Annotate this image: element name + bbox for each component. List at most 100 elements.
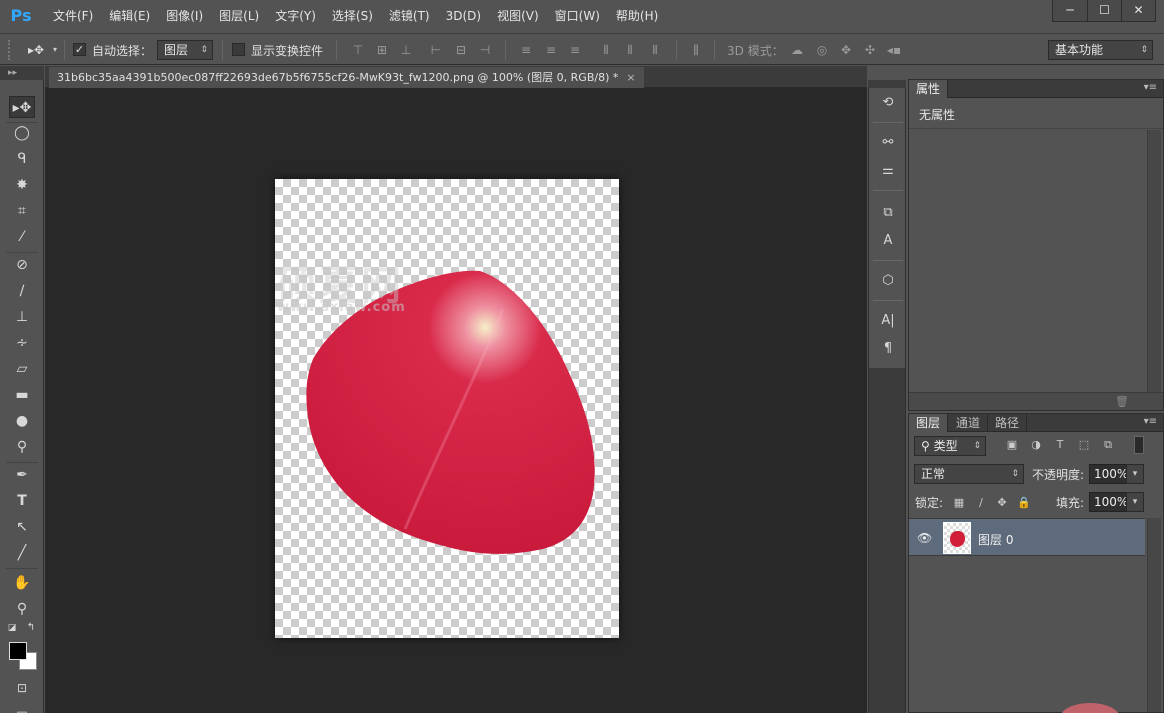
history-icon[interactable]: ⟲	[876, 92, 900, 114]
swap-colors-icon[interactable]: ↰	[24, 622, 38, 634]
trash-icon[interactable]: 🗑	[1115, 395, 1129, 408]
align-vcenter-icon[interactable]: ⊞	[374, 42, 390, 58]
auto-select-checkbox[interactable]: ✓	[73, 43, 86, 56]
3d-icon[interactable]: ⬡	[876, 270, 900, 292]
auto-align-icon[interactable]: ⫼	[688, 42, 704, 58]
lasso-icon[interactable]: ᑫ	[9, 148, 35, 170]
clone-stamp-icon[interactable]: ⊥	[9, 306, 35, 328]
menu-help[interactable]: 帮助(H)	[608, 0, 666, 32]
hand-icon[interactable]: ✋	[9, 572, 35, 594]
adjustments-icon[interactable]: ⚌	[876, 160, 900, 182]
3d-roll-icon[interactable]: ◎	[814, 42, 830, 58]
menu-type[interactable]: 文字(Y)	[267, 0, 324, 32]
filter-shape-icon[interactable]: ⬚	[1076, 436, 1092, 454]
crop-icon[interactable]: ⌗	[9, 200, 35, 222]
pen-icon[interactable]: ✒	[9, 464, 35, 486]
brush-icon[interactable]: ∕	[9, 280, 35, 302]
eyedropper-icon[interactable]: ⁄	[9, 226, 35, 248]
foreground-color-swatch[interactable]	[9, 642, 27, 660]
tool-preset-dropdown-icon[interactable]: ▾	[50, 42, 60, 58]
opacity-slider-button[interactable]: ▾	[1126, 464, 1144, 484]
distribute-bottom-icon[interactable]: ≡	[567, 42, 583, 58]
filter-adjustment-icon[interactable]: ◑	[1028, 436, 1044, 454]
document-tab[interactable]: 31b6bc35aa4391b500ec087ff22693de67b5f675…	[49, 67, 644, 88]
tools-panel-header[interactable]: ▸▸	[0, 66, 44, 80]
path-selection-icon[interactable]: ↖	[9, 516, 35, 538]
canvas-area[interactable]: 硕夏网 www.sxiaw.com	[45, 88, 867, 713]
paragraph-icon[interactable]: ¶	[876, 338, 900, 360]
document-canvas[interactable]	[275, 179, 619, 638]
show-transform-checkbox[interactable]	[232, 43, 245, 56]
fill-input[interactable]: 100%	[1089, 492, 1128, 512]
layer-name[interactable]: 图层 0	[978, 531, 1013, 548]
close-icon[interactable]: ×	[626, 71, 635, 84]
menu-3d[interactable]: 3D(D)	[438, 0, 489, 32]
distribute-left-icon[interactable]: ⦀	[598, 42, 614, 58]
menu-edit[interactable]: 编辑(E)	[101, 0, 158, 32]
menu-view[interactable]: 视图(V)	[489, 0, 547, 32]
gradient-icon[interactable]: ▬	[9, 384, 35, 406]
move-tool-preset-icon[interactable]: ▸✥	[24, 42, 48, 58]
lock-position-icon[interactable]: ✥	[995, 496, 1009, 510]
3d-slide-icon[interactable]: ✣	[862, 42, 878, 58]
auto-select-target-dropdown[interactable]: 图层 ⇕	[157, 40, 213, 60]
blend-mode-dropdown[interactable]: 正常 ⇕	[914, 464, 1024, 484]
fill-slider-button[interactable]: ▾	[1126, 492, 1144, 512]
distribute-top-icon[interactable]: ≡	[518, 42, 534, 58]
blur-icon[interactable]: ●	[9, 410, 35, 432]
minimize-button[interactable]: ─	[1053, 0, 1087, 21]
magic-wand-icon[interactable]: ✸	[9, 174, 35, 196]
filter-kind-dropdown[interactable]: ⚲ 类型 ⇕	[914, 436, 986, 456]
align-right-icon[interactable]: ⊣	[477, 42, 493, 58]
distribute-hcenter-icon[interactable]: ⦀	[622, 42, 638, 58]
character-icon[interactable]: A|	[876, 310, 900, 332]
filter-toggle[interactable]	[1134, 436, 1144, 454]
tab-paths[interactable]: 路径	[988, 414, 1028, 432]
maximize-button[interactable]: ☐	[1087, 0, 1121, 21]
lock-image-icon[interactable]: ∕	[974, 496, 988, 510]
move-icon[interactable]: ▸✥	[9, 96, 35, 118]
align-bottom-icon[interactable]: ⊥	[398, 42, 414, 58]
default-colors-icon[interactable]: ◪	[5, 622, 19, 634]
lock-transparent-icon[interactable]: ▦	[952, 496, 966, 510]
options-bar-grip[interactable]	[8, 40, 12, 60]
lock-all-icon[interactable]: 🔒	[1017, 496, 1031, 510]
3d-rotate-icon[interactable]: ☁	[789, 42, 805, 58]
opacity-input[interactable]: 100%	[1089, 464, 1128, 484]
layer-row[interactable]: 👁 图层 0	[909, 518, 1145, 556]
close-button[interactable]: ✕	[1121, 0, 1155, 21]
menu-layer[interactable]: 图层(L)	[211, 0, 267, 32]
distribute-right-icon[interactable]: ⦀	[647, 42, 663, 58]
menu-file[interactable]: 文件(F)	[45, 0, 101, 32]
menu-image[interactable]: 图像(I)	[158, 0, 211, 32]
align-hcenter-icon[interactable]: ⊟	[453, 42, 469, 58]
character-styles-icon[interactable]: A	[876, 230, 900, 252]
zoom-icon[interactable]: ⚲	[9, 598, 35, 620]
layers-scrollbar[interactable]	[1147, 518, 1161, 712]
eye-icon[interactable]: 👁	[917, 531, 932, 545]
eraser-icon[interactable]: ▱	[9, 358, 35, 380]
menu-filter[interactable]: 滤镜(T)	[381, 0, 438, 32]
align-top-icon[interactable]: ⊤	[350, 42, 366, 58]
3d-pan-icon[interactable]: ✥	[838, 42, 854, 58]
tab-channels[interactable]: 通道	[949, 414, 989, 432]
tab-properties[interactable]: 属性	[909, 80, 949, 98]
type-icon[interactable]: T	[9, 490, 35, 512]
history-brush-icon[interactable]: ∻	[9, 332, 35, 354]
actions-icon[interactable]: ⚯	[876, 132, 900, 154]
workspace-dropdown[interactable]: 基本功能 ⇕	[1048, 40, 1153, 60]
paragraph-styles-icon[interactable]: ⧉	[876, 202, 900, 224]
menu-select[interactable]: 选择(S)	[324, 0, 381, 32]
elliptical-marquee-icon[interactable]: ◯	[9, 122, 35, 144]
panel-menu-icon[interactable]: ▾≡	[1144, 416, 1157, 427]
tab-layers[interactable]: 图层	[909, 414, 949, 432]
dock-header[interactable]	[868, 80, 906, 88]
panel-menu-icon[interactable]: ▾≡	[1144, 82, 1157, 93]
dodge-icon[interactable]: ⚲	[9, 436, 35, 458]
spot-healing-icon[interactable]: ⊘	[9, 254, 35, 276]
filter-smart-object-icon[interactable]: ⧉	[1100, 436, 1116, 454]
quick-mask-icon[interactable]: ⊡	[9, 677, 35, 699]
align-left-icon[interactable]: ⊢	[428, 42, 444, 58]
menu-window[interactable]: 窗口(W)	[547, 0, 608, 32]
line-icon[interactable]: ╱	[9, 542, 35, 564]
